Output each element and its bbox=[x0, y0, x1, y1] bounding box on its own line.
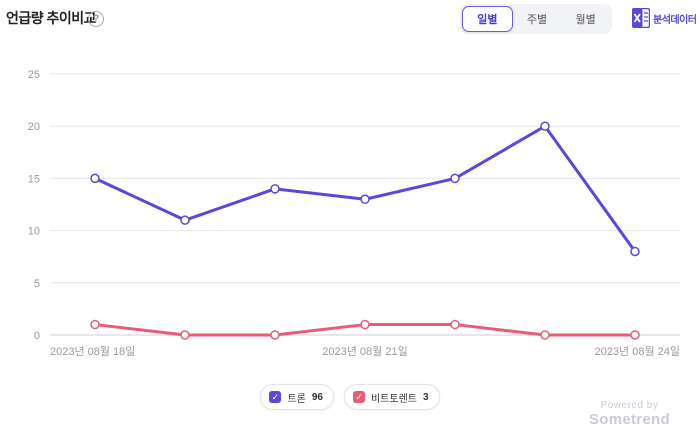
checkbox-checked-icon: ✓ bbox=[352, 391, 365, 403]
data-point-series-2 bbox=[450, 319, 460, 330]
y-tick-label: 20 bbox=[28, 121, 40, 133]
powered-by-text: Powered by bbox=[600, 400, 659, 411]
data-point-series-2 bbox=[540, 330, 550, 340]
data-point-series-1 bbox=[90, 173, 100, 184]
y-tick-label: 5 bbox=[34, 278, 40, 290]
data-point-series-1 bbox=[630, 246, 640, 257]
trend-comparison-widget: 언급량 추이비교 ? 일별 주별 월별 분석데이터 0 5 10 15 20 25 2023… bbox=[0, 0, 700, 443]
y-tick-label: 15 bbox=[28, 173, 40, 185]
y-tick-label: 10 bbox=[28, 226, 40, 238]
legend-count: 3 bbox=[422, 391, 429, 403]
powered-by-badge: Powered by Sometrend bbox=[589, 400, 670, 428]
legend-label: 비트토렌트 bbox=[370, 393, 417, 405]
series-line-1 bbox=[93, 124, 637, 253]
y-tick-label: 25 bbox=[28, 69, 40, 81]
legend-count: 96 bbox=[311, 391, 323, 403]
data-point-series-2 bbox=[630, 330, 640, 340]
x-tick-label: 2023년 08월 21일 bbox=[322, 344, 407, 358]
data-point-series-1 bbox=[180, 215, 190, 225]
data-point-series-2 bbox=[270, 330, 280, 340]
data-point-series-1 bbox=[450, 173, 460, 184]
x-tick-label: 2023년 08월 18일 bbox=[50, 344, 135, 358]
checkbox-checked-icon: ✓ bbox=[269, 391, 282, 403]
brand-logo: Sometrend bbox=[588, 411, 670, 428]
legend-item-series-2[interactable]: ✓ 비트토렌트 3 bbox=[343, 384, 440, 410]
data-point-series-2 bbox=[180, 330, 190, 340]
y-tick-label: 0 bbox=[34, 330, 40, 342]
legend-item-series-1[interactable]: ✓ 트론 96 bbox=[260, 384, 334, 410]
legend-label: 트론 bbox=[287, 393, 306, 405]
trend-line-chart: 0 5 10 15 20 25 2023년 08월 18일 2023년 08월 21일 2023… bbox=[28, 69, 680, 358]
data-point-series-1 bbox=[270, 184, 280, 194]
x-tick-label: 2023년 08월 24일 bbox=[595, 344, 680, 358]
data-point-series-1 bbox=[360, 194, 370, 205]
data-point-series-1 bbox=[540, 121, 550, 131]
data-point-series-2 bbox=[360, 319, 370, 330]
data-point-series-2 bbox=[90, 319, 100, 330]
